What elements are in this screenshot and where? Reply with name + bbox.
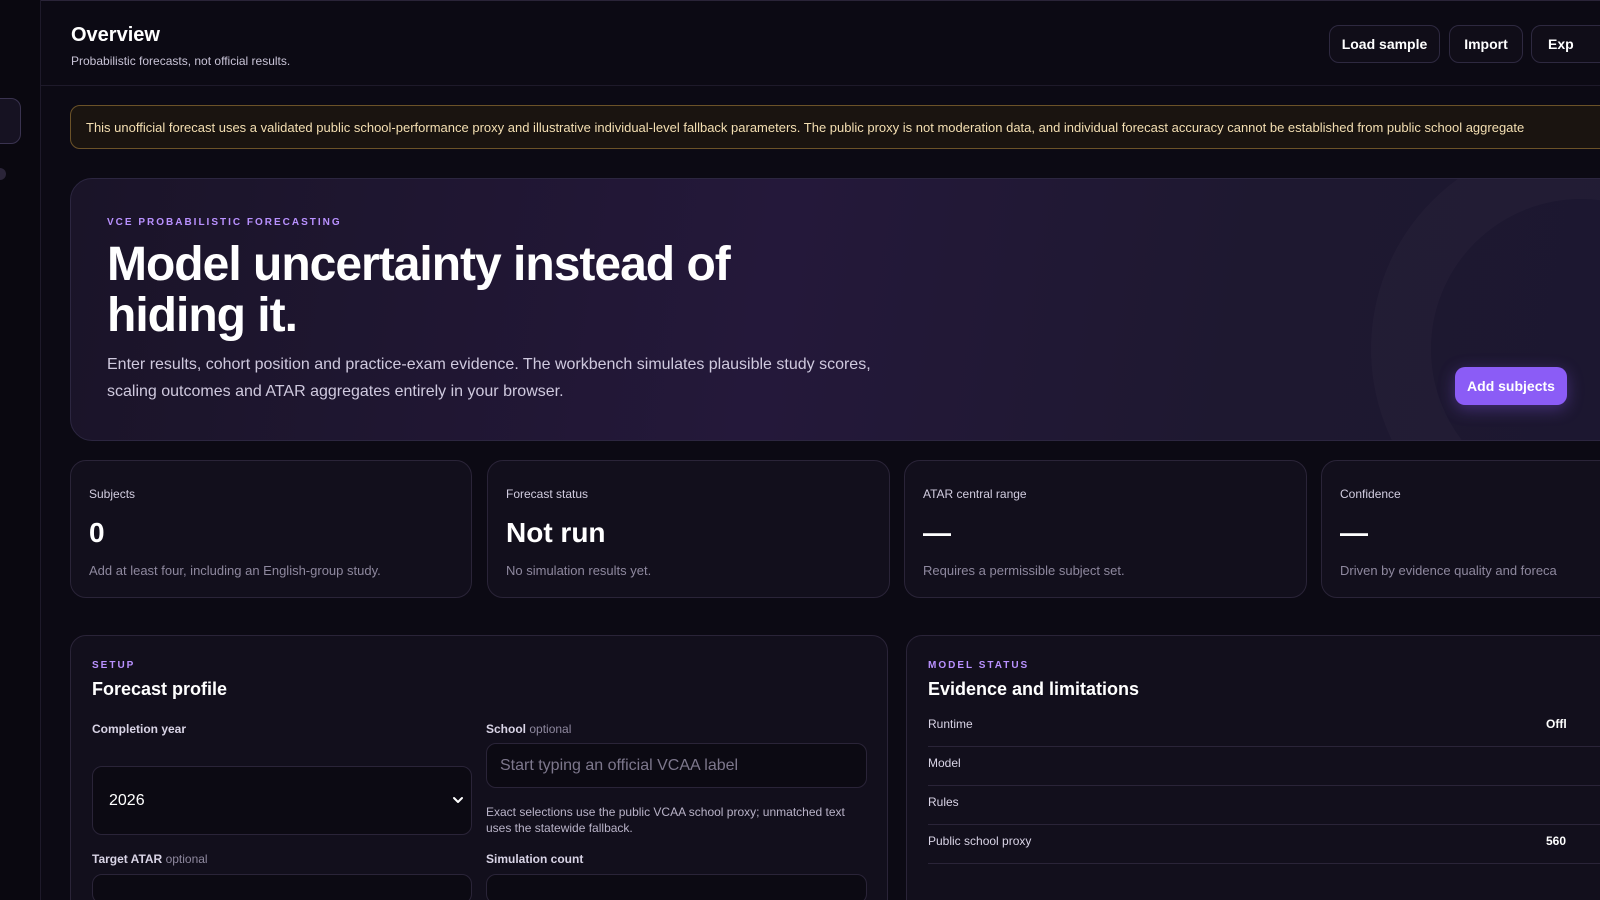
simulation-count-label-text: Simulation count <box>486 852 584 866</box>
completion-year-label: Completion year <box>92 722 186 736</box>
status-key: Rules <box>928 795 959 809</box>
school-placeholder: Start typing an official VCAA label <box>500 756 739 774</box>
target-atar-label-text: Target ATAR <box>92 852 163 866</box>
left-sidebar <box>0 0 41 900</box>
disclaimer-banner: This unofficial forecast uses a validate… <box>70 105 1600 149</box>
forecast-profile-panel: SETUP Forecast profile Completion year 2… <box>70 635 888 900</box>
page-subtitle: Probabilistic forecasts, not official re… <box>71 54 291 68</box>
panel-title: Forecast profile <box>92 679 228 699</box>
school-label-text: School <box>486 722 527 736</box>
hero-card: VCE PROBABILISTIC FORECASTING Model unce… <box>70 178 1600 441</box>
sidebar-nav-item-active[interactable] <box>0 98 21 144</box>
stat-card-forecast-status: Forecast status Not run No simulation re… <box>487 460 890 598</box>
page-header: Overview Probabilistic forecasts, not of… <box>41 0 1600 86</box>
stat-label: Forecast status <box>506 487 589 501</box>
stat-note: Requires a permissible subject set. <box>923 563 1125 578</box>
status-key: Model <box>928 756 961 770</box>
status-row-rules: Rules <box>928 786 1600 825</box>
status-row-model: Model <box>928 747 1600 786</box>
simulation-count-input[interactable] <box>486 874 867 900</box>
panel-eyebrow: MODEL STATUS <box>928 660 1030 671</box>
school-hint: Exact selections use the public VCAA sch… <box>486 805 845 835</box>
stat-note: No simulation results yet. <box>506 563 652 578</box>
stat-value: 0 <box>89 517 105 548</box>
model-status-panel: MODEL STATUS Evidence and limitations Ru… <box>906 635 1600 900</box>
stat-note: Driven by evidence quality and foreca <box>1340 563 1557 578</box>
status-key: Public school proxy <box>928 834 1032 848</box>
sidebar-dot-icon <box>0 168 6 180</box>
panel-title: Evidence and limitations <box>928 679 1140 699</box>
stat-value: — <box>923 517 951 548</box>
completion-year-select[interactable]: 2026 <box>92 766 472 835</box>
status-row-public-school-proxy: Public school proxy 560 <box>928 825 1600 864</box>
completion-year-value: 2026 <box>109 791 145 809</box>
simulation-count-label: Simulation count <box>486 852 583 866</box>
status-value: 560 <box>1546 834 1567 848</box>
panel-eyebrow: SETUP <box>92 660 136 671</box>
stat-card-atar-range: ATAR central range — Requires a permissi… <box>904 460 1307 598</box>
disclaimer-text: This unofficial forecast uses a validate… <box>86 119 1525 135</box>
export-button[interactable]: Exp <box>1531 25 1600 63</box>
stat-card-confidence: Confidence — Driven by evidence quality … <box>1321 460 1600 598</box>
load-sample-button[interactable]: Load sample <box>1329 25 1440 63</box>
stat-card-subjects: Subjects 0 Add at least four, including … <box>70 460 472 598</box>
import-button[interactable]: Import <box>1449 25 1523 63</box>
add-subjects-button[interactable]: Add subjects <box>1455 367 1567 405</box>
hero-eyebrow: VCE PROBABILISTIC FORECASTING <box>107 217 342 228</box>
status-key: Runtime <box>928 717 973 731</box>
stat-label: Subjects <box>89 487 136 501</box>
school-optional-text: optional <box>529 722 572 736</box>
hero-description: Enter results, cohort position and pract… <box>107 356 871 400</box>
stat-note: Add at least four, including an English-… <box>89 563 381 578</box>
app-window: Overview Probabilistic forecasts, not of… <box>0 0 1600 900</box>
target-atar-input[interactable] <box>92 874 472 900</box>
hero-title: Model uncertainty instead of hiding it. <box>107 238 731 342</box>
stat-value: — <box>1340 517 1368 548</box>
page-title: Overview <box>71 24 160 46</box>
target-atar-label: Target ATAR optional <box>92 852 208 866</box>
status-value: Offl <box>1546 717 1567 731</box>
school-label: School optional <box>486 722 571 736</box>
status-row-runtime: Runtime Offl <box>928 708 1600 747</box>
stat-value: Not run <box>506 517 606 548</box>
completion-year-label-text: Completion year <box>92 722 187 736</box>
school-input[interactable]: Start typing an official VCAA label <box>486 743 867 788</box>
target-atar-optional-text: optional <box>165 852 208 866</box>
stat-label: ATAR central range <box>923 487 1027 501</box>
stat-label: Confidence <box>1340 487 1401 501</box>
chevron-down-icon <box>453 797 463 803</box>
